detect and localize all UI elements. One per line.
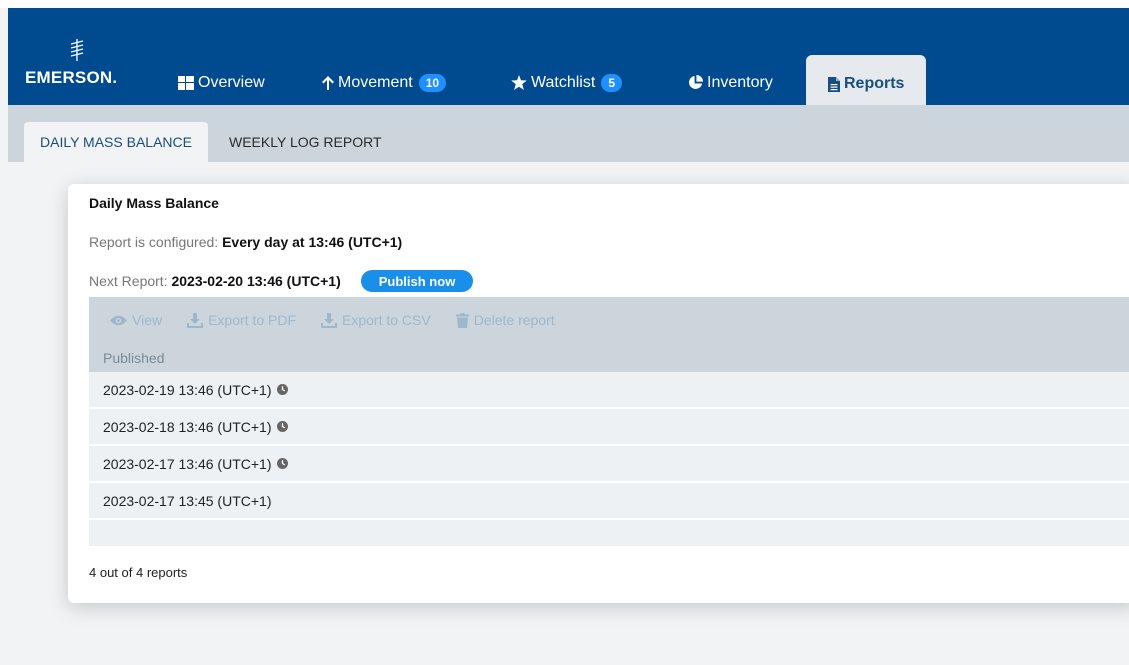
arrow-up-icon (322, 75, 334, 90)
table-row[interactable]: 2023-02-17 13:46 (UTC+1) (89, 446, 1129, 483)
top-strip (0, 0, 1129, 8)
published-reports-table: View Export to PDF Export to CSV Delete … (89, 297, 1129, 548)
pie-chart-icon (688, 75, 703, 90)
nav-overview[interactable]: Overview (178, 62, 265, 103)
nav-watchlist-label: Watchlist (531, 73, 596, 91)
delete-report-label: Delete report (473, 312, 555, 328)
brand-name: EMERSON. (25, 68, 118, 87)
published-cell: 2023-02-19 13:46 (UTC+1) (103, 381, 272, 398)
download-icon (187, 312, 204, 328)
view-button[interactable]: View (110, 312, 162, 328)
delete-report-button[interactable]: Delete report (455, 312, 555, 328)
clock-icon (276, 421, 288, 432)
nav-movement[interactable]: Movement 10 (322, 62, 447, 103)
emerson-logo-mark-icon (70, 39, 84, 61)
clock-icon (276, 384, 288, 395)
grid-icon (178, 75, 194, 90)
nav-reports-label: Reports (844, 75, 905, 92)
report-title: Daily Mass Balance (89, 195, 219, 211)
published-cell: 2023-02-17 13:45 (UTC+1) (103, 492, 272, 509)
nav-inventory-label: Inventory (707, 73, 773, 91)
table-row[interactable]: 2023-02-17 13:45 (UTC+1) (89, 483, 1129, 520)
export-csv-button[interactable]: Export to CSV (321, 312, 431, 328)
table-row-empty (89, 520, 1129, 548)
column-header-published[interactable]: Published (89, 343, 1129, 372)
star-icon (511, 75, 527, 90)
emerson-logo[interactable]: EMERSON. (25, 38, 137, 90)
tab-daily-mass-balance[interactable]: DAILY MASS BALANCE (24, 122, 208, 162)
next-report-label: Next Report: (89, 273, 168, 289)
export-pdf-button[interactable]: Export to PDF (187, 312, 296, 328)
nav-movement-label: Movement (338, 73, 413, 91)
nav-inventory[interactable]: Inventory (688, 62, 773, 103)
document-icon (828, 76, 840, 92)
movement-count-badge: 10 (418, 73, 447, 92)
export-pdf-label: Export to PDF (208, 312, 297, 328)
next-report-line: Next Report: 2023-02-20 13:46 (UTC+1) Pu… (89, 270, 474, 292)
view-label: View (132, 312, 163, 328)
published-cell: 2023-02-17 13:46 (UTC+1) (103, 455, 272, 472)
configured-value: Every day at 13:46 (UTC+1) (222, 234, 403, 250)
table-row[interactable]: 2023-02-19 13:46 (UTC+1) (89, 372, 1129, 409)
tab-weekly-log-report[interactable]: WEEKLY LOG REPORT (213, 122, 398, 162)
report-card: Daily Mass Balance Report is configured:… (68, 184, 1129, 603)
report-count: 4 out of 4 reports (89, 565, 188, 580)
clock-icon (276, 458, 288, 469)
main-navbar: EMERSON. Overview Movement 10 Watchlist … (8, 8, 1129, 113)
table-row[interactable]: 2023-02-18 13:46 (UTC+1) (89, 409, 1129, 446)
export-csv-label: Export to CSV (342, 312, 431, 328)
published-cell: 2023-02-18 13:46 (UTC+1) (103, 418, 272, 435)
watchlist-count-badge: 5 (601, 73, 622, 92)
next-report-value: 2023-02-20 13:46 (UTC+1) (171, 273, 341, 289)
download-icon (321, 312, 338, 328)
report-configured-line: Report is configured: Every day at 13:46… (89, 234, 402, 250)
eye-icon (110, 315, 127, 325)
nav-overview-label: Overview (198, 73, 265, 91)
publish-now-button[interactable]: Publish now (360, 270, 474, 292)
report-subtabs: DAILY MASS BALANCE WEEKLY LOG REPORT (8, 105, 1129, 162)
nav-watchlist[interactable]: Watchlist 5 (511, 62, 622, 103)
table-toolbar: View Export to PDF Export to CSV Delete … (89, 297, 1129, 343)
trash-icon (455, 312, 469, 328)
configured-label: Report is configured: (89, 234, 219, 250)
